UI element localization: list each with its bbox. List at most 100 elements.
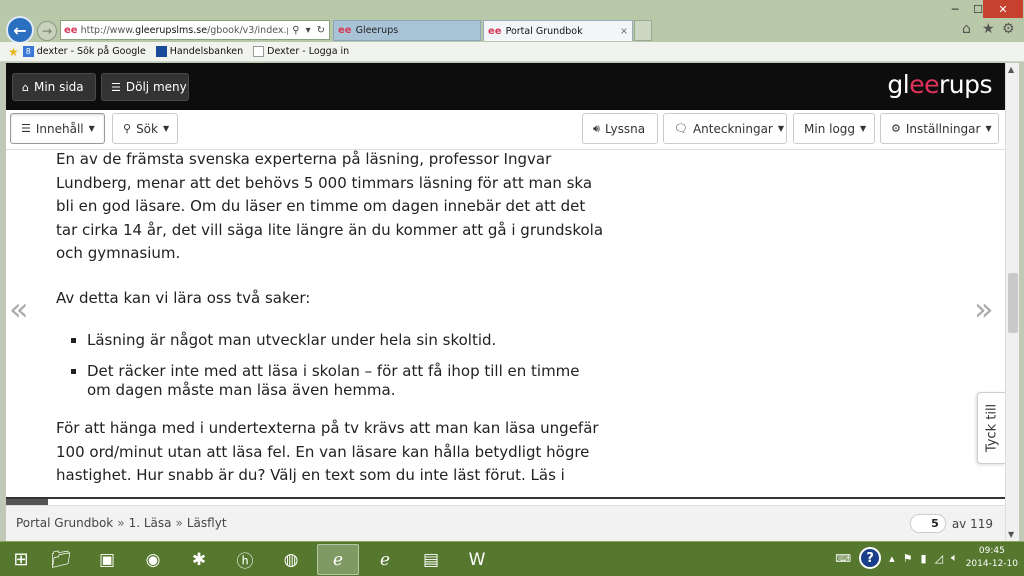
page-icon [253, 46, 265, 57]
help-icon[interactable]: ? [859, 547, 882, 569]
browser-title-bar: ← → ee http://www.gleerupslms.se/gbook/v… [0, 0, 1024, 44]
breadcrumb-item[interactable]: Portal Grundbok [16, 516, 113, 530]
flag-icon[interactable]: ⚑ [903, 552, 913, 565]
article-text: En av de främsta svenska experterna på l… [56, 150, 606, 497]
store-icon[interactable]: ▣ [86, 544, 128, 575]
favorite-google[interactable]: 8 dexter - Sök på Google [22, 46, 146, 57]
breadcrumb-separator: » [117, 516, 125, 530]
caret-down-icon: ▼ [860, 124, 867, 133]
caret-down-icon: ▼ [162, 124, 170, 133]
book-content: En av de främsta svenska experterna på l… [6, 150, 1005, 497]
photo-viewer-icon[interactable]: ▤ [410, 544, 452, 575]
search-icon[interactable]: ⚲ [292, 25, 299, 36]
word-icon[interactable]: W [456, 544, 498, 575]
breadcrumb-separator: » [175, 516, 183, 530]
list-item: Läsning är något man utvecklar under hel… [66, 331, 606, 350]
network-icon[interactable]: ▮ [921, 552, 927, 565]
tab-favicon-icon: ee [488, 25, 502, 37]
forward-button[interactable]: → [37, 21, 57, 41]
book-toolbar: ☰ Innehåll ▼ ⚲ Sök ▼ 🔊︎ Lyssna 🗨︎ Anteck… [6, 110, 1005, 150]
back-button[interactable]: ← [6, 16, 34, 44]
bank-icon [155, 46, 167, 57]
list-icon: ☰ [21, 122, 31, 135]
scroll-up-icon[interactable]: ▲ [1008, 65, 1014, 74]
previous-page-arrow-icon[interactable]: « [9, 290, 29, 328]
lyssna-button[interactable]: 🔊︎ Lyssna [582, 113, 658, 144]
refresh-icon[interactable]: ↻ [317, 25, 325, 36]
feedback-tab[interactable]: Tyck till [977, 392, 1005, 464]
paragraph: För att hänga med i undertexterna på tv … [56, 419, 599, 484]
tab-favicon-icon: ee [338, 25, 352, 36]
vertical-scrollbar[interactable]: ▲ ▼ [1005, 63, 1019, 541]
page-total-label: av 119 [951, 516, 993, 531]
breadcrumb-item[interactable]: 1. Läsa [129, 516, 172, 530]
installningar-dropdown[interactable]: ⚙ Inställningar ▼ [880, 113, 999, 144]
caret-down-icon: ▼ [88, 124, 95, 133]
dolj-meny-button[interactable]: ☰ Dölj meny [101, 73, 189, 101]
internet-explorer-icon[interactable]: ℯ [317, 544, 359, 575]
internet-explorer-2-icon[interactable]: ℯ [364, 544, 406, 575]
new-tab-button[interactable] [634, 20, 652, 41]
home-icon: ⌂ [22, 80, 29, 94]
home-icon[interactable]: ⌂ [962, 21, 971, 37]
caret-down-icon: ▼ [777, 124, 785, 133]
close-window-button[interactable]: ✕ [983, 0, 1023, 18]
site-favicon-icon: ee [64, 24, 78, 36]
windows-start-icon[interactable]: ⊞ [0, 544, 42, 575]
scroll-thumb[interactable] [1008, 273, 1018, 333]
caret-down-icon: ▼ [985, 124, 992, 133]
next-page-arrow-icon[interactable]: » [974, 290, 994, 328]
page-number-input[interactable] [909, 514, 946, 533]
site-header: ⌂ Min sida ☰ Dölj meny gleerups [6, 63, 1005, 110]
paragraph: Av detta kan vi lära oss två saker: [56, 288, 311, 307]
keyboard-icon[interactable]: ⌨ [835, 552, 851, 565]
bullet-list: Läsning är något man utvecklar under hel… [66, 331, 606, 400]
comment-icon: 🗨︎ [674, 122, 688, 135]
feedback-label: Tyck till [984, 403, 999, 453]
file-explorer-icon[interactable]: 📁︎ [40, 544, 82, 575]
innehall-dropdown[interactable]: ☰ Innehåll ▼ [10, 113, 105, 144]
tab-label: Gleerups [355, 25, 399, 36]
address-bar[interactable]: ee http://www.gleerupslms.se/gbook/v3/in… [60, 20, 330, 40]
gleerups-logo[interactable]: gleerups [887, 70, 992, 99]
scroll-down-icon[interactable]: ▼ [1008, 530, 1014, 539]
min-logg-dropdown[interactable]: Min logg ▼ [793, 113, 875, 144]
hp-icon[interactable]: ⓗ [224, 544, 266, 575]
settings-gear-icon[interactable]: ⚙ [1002, 21, 1015, 37]
search-icon: ⚲ [123, 122, 132, 135]
address-url[interactable]: http://www.gleerupslms.se/gbook/v3/index… [81, 25, 289, 36]
menu-icon: ☰ [111, 80, 121, 94]
page-navigator: av 119 [909, 514, 993, 533]
favorites-star-icon[interactable]: ★ [982, 21, 995, 37]
tray-expand-icon[interactable]: ▴ [889, 552, 895, 565]
tab-gleerups[interactable]: ee Gleerups [333, 20, 481, 41]
breadcrumb: Portal Grundbok» 1. Läsa» Läsflyt [16, 516, 227, 530]
sok-dropdown[interactable]: ⚲ Sök ▼ [112, 113, 178, 144]
dropdown-icon[interactable]: ▾ [306, 25, 311, 36]
list-item: Det räcker inte med att läsa i skolan – … [66, 362, 606, 400]
volume-icon[interactable]: 🔈︎ [951, 551, 958, 565]
reading-progress-bar [6, 497, 1005, 505]
firefox-icon[interactable]: ◍ [270, 544, 312, 575]
book-footer: Portal Grundbok»1. Läsa»Läsflyt av 119 [6, 505, 1005, 541]
anteckningar-dropdown[interactable]: 🗨︎ Anteckningar ▼ [663, 113, 787, 144]
photo-app-icon[interactable]: ✱ [178, 544, 220, 575]
paragraph: En av de främsta svenska experterna på l… [56, 150, 604, 262]
gear-icon: ⚙ [891, 122, 901, 135]
windows-taskbar: ⊞ 📁︎ ▣ ◉ ✱ ⓗ ◍ ℯ ℯ ▤ W ⌨ ? ▴ ⚑ ▮ ◿ 🔈︎ 09… [0, 541, 1024, 576]
tab-label: Portal Grundbok [505, 25, 583, 37]
favorites-bar: ★ 8 dexter - Sök på Google Handelsbanken… [0, 42, 1024, 62]
clock[interactable]: 09:45 2014-12-10 [966, 545, 1018, 571]
breadcrumb-item: Läsflyt [186, 516, 227, 530]
signal-icon[interactable]: ◿ [935, 552, 943, 565]
min-sida-button[interactable]: ⌂ Min sida [12, 73, 96, 101]
google-icon: 8 [22, 46, 34, 57]
add-favorite-star-icon[interactable]: ★ [8, 45, 19, 59]
media-player-icon[interactable]: ◉ [132, 544, 174, 575]
tab-portal-grundbok[interactable]: ee Portal Grundbok × [483, 20, 633, 41]
close-tab-icon[interactable]: × [620, 26, 628, 37]
system-tray: ⌨ ? ▴ ⚑ ▮ ◿ 🔈︎ 09:45 2014-12-10 [835, 545, 1018, 571]
favorite-dexter[interactable]: Dexter - Logga in [253, 46, 349, 57]
speaker-icon: 🔊︎ [593, 121, 600, 135]
favorite-handelsbanken[interactable]: Handelsbanken [155, 46, 243, 57]
